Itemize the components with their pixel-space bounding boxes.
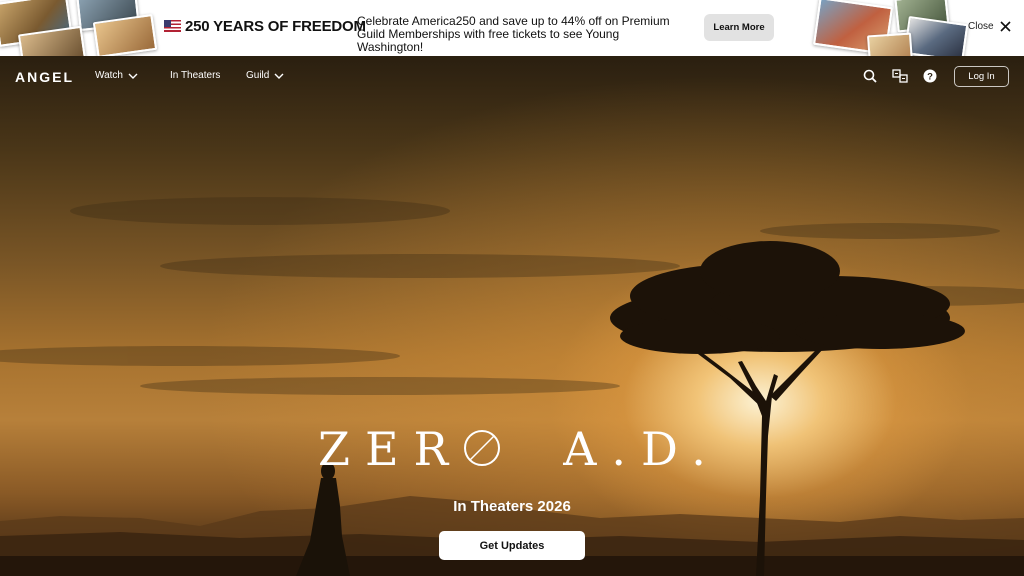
promo-title-text: 250 YEARS OF FREEDOM [185, 18, 366, 35]
get-updates-button[interactable]: Get Updates [439, 531, 585, 560]
hero-title: ZER A.D. [318, 422, 721, 476]
angel-logo[interactable]: ANGEL [15, 69, 74, 85]
promo-thumbnail [92, 13, 158, 56]
hero-subtitle: In Theaters 2026 [453, 498, 571, 515]
title-o-slash-icon [464, 430, 501, 466]
nav-in-theaters-label: In Theaters [170, 70, 221, 81]
promo-thumbnail [867, 32, 913, 56]
promo-thumbnail [903, 16, 969, 56]
chevron-down-icon [274, 73, 284, 79]
close-icon [1000, 21, 1011, 32]
close-banner-button[interactable]: Close [968, 21, 1011, 32]
nav-watch-label: Watch [95, 70, 123, 81]
nav-guild[interactable]: Guild [246, 70, 284, 81]
learn-more-button[interactable]: Learn More [704, 14, 774, 41]
login-button[interactable]: Log In [954, 66, 1009, 87]
promo-thumbnails-right [808, 0, 969, 56]
nav-in-theaters[interactable]: In Theaters [170, 70, 220, 81]
promo-banner: 250 YEARS OF FREEDOM Celebrate America25… [0, 0, 1024, 56]
close-label: Close [968, 21, 994, 32]
chevron-down-icon [128, 73, 138, 79]
search-icon[interactable] [863, 69, 877, 83]
help-icon[interactable]: ? [923, 69, 937, 83]
nav-watch[interactable]: Watch [95, 70, 138, 81]
promo-thumbnails-left [0, 0, 160, 56]
nav-guild-label: Guild [246, 70, 270, 81]
svg-text:?: ? [927, 72, 933, 83]
promo-text: Celebrate America250 and save up to 44% … [357, 14, 670, 54]
hero-title-left: ZER [318, 422, 464, 476]
translate-icon[interactable] [892, 69, 908, 83]
hero-title-right: A.D. [563, 422, 721, 476]
promo-title: 250 YEARS OF FREEDOM [164, 18, 366, 35]
us-flag-icon [164, 20, 181, 32]
